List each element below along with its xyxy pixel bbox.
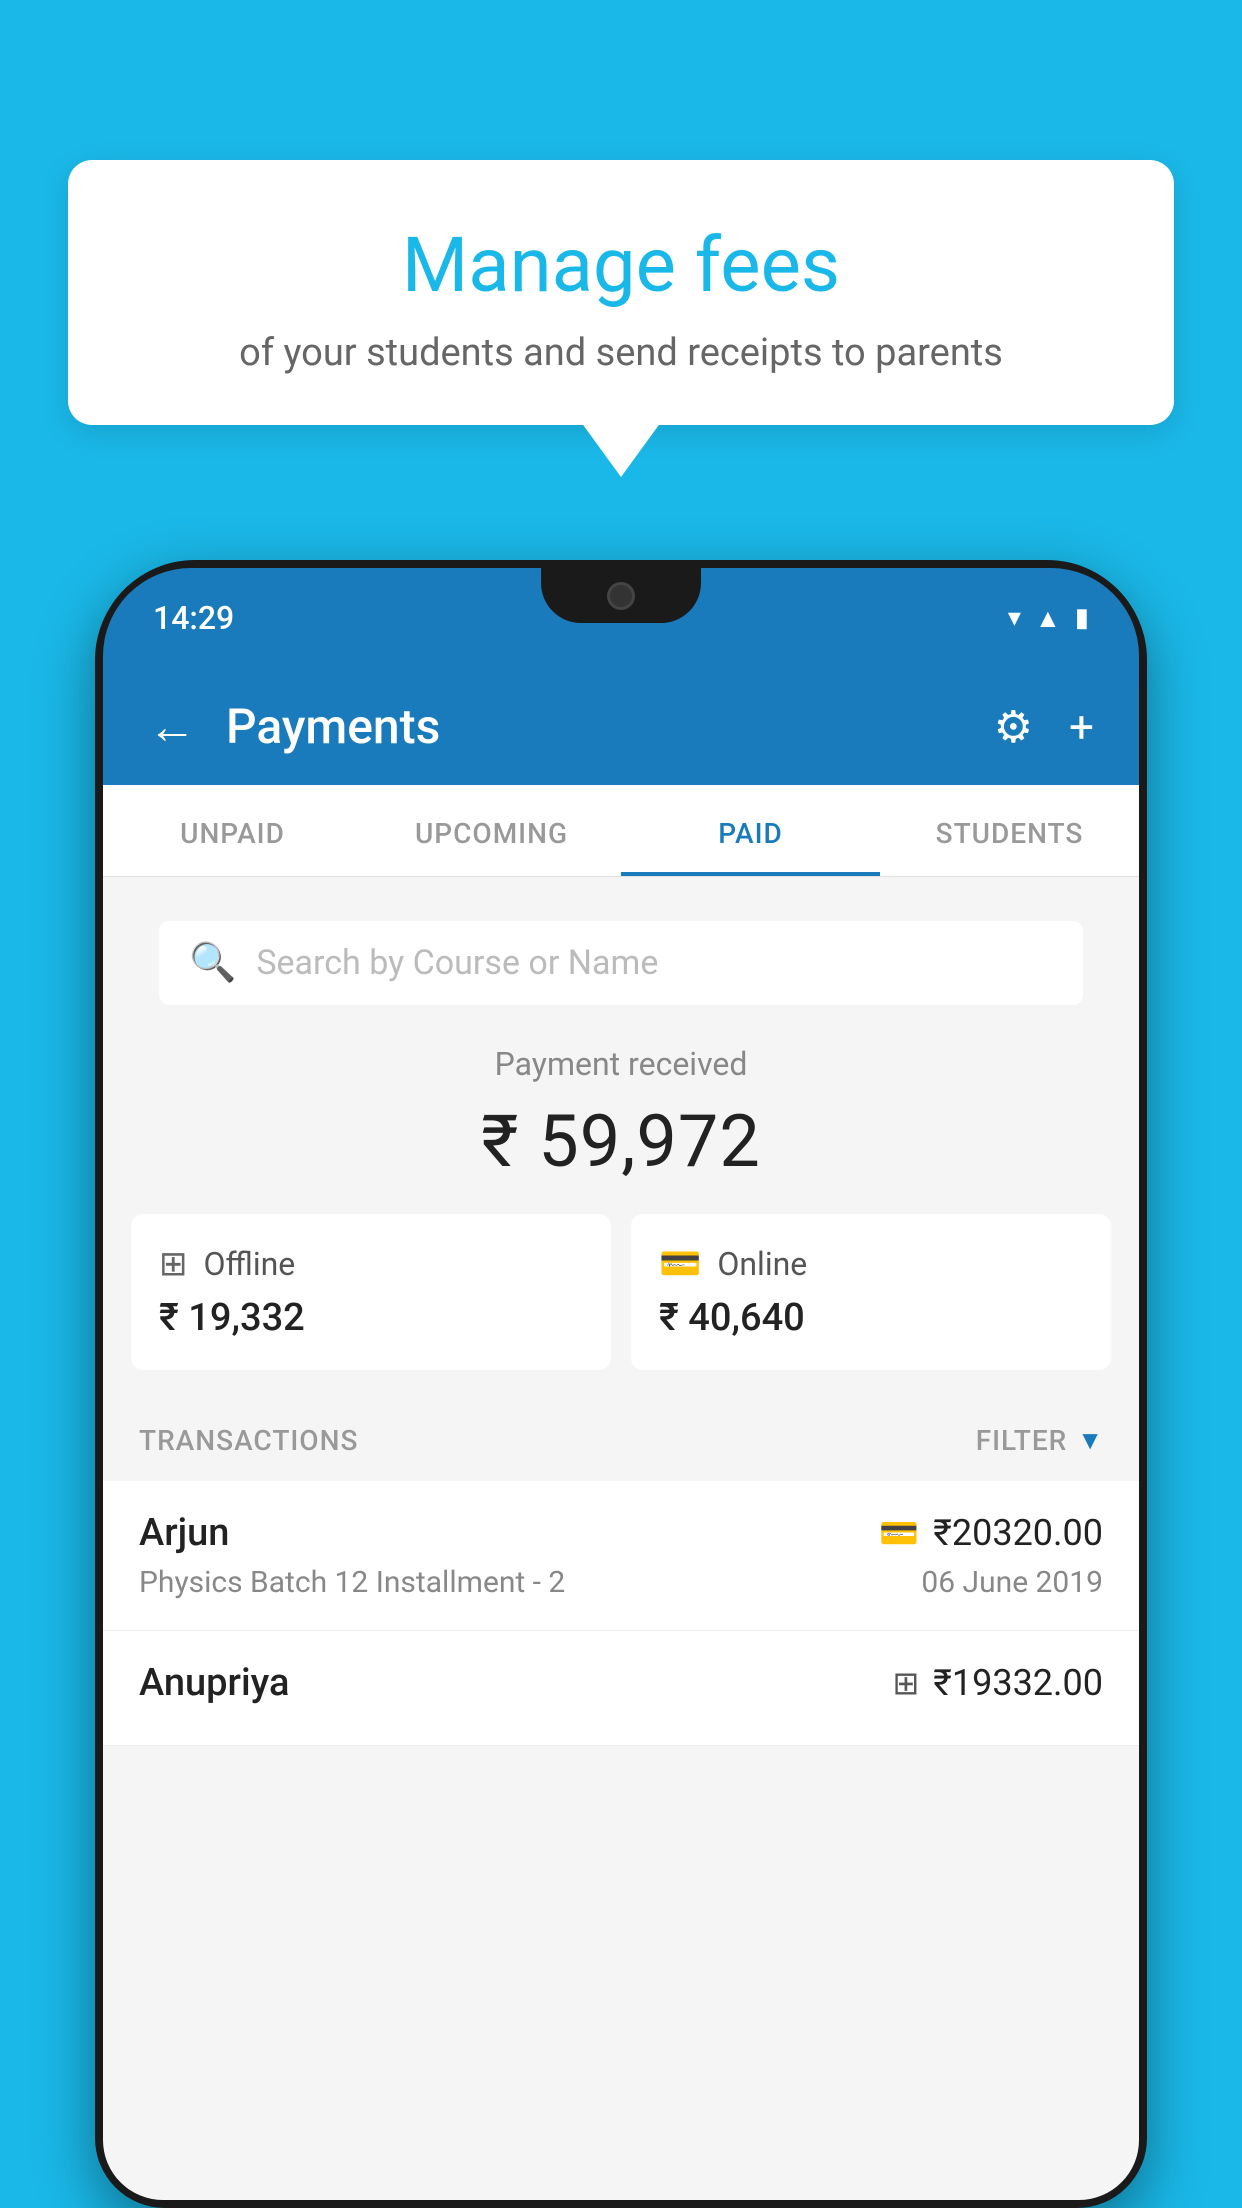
header-left: ← Payments [148,698,440,755]
payment-cards: ⊞ Offline ₹ 19,332 💳 Online ₹ 40,640 [103,1214,1139,1400]
header-right: ⚙ + [994,701,1094,753]
online-payment-icon-arjun: 💳 [879,1514,919,1552]
online-amount: ₹ 40,640 [659,1296,1083,1340]
settings-icon[interactable]: ⚙ [994,701,1033,753]
payment-total-amount: ₹ 59,972 [131,1099,1111,1184]
status-time: 14:29 [153,599,234,637]
payment-received-label: Payment received [131,1045,1111,1083]
filter-icon: ▼ [1077,1425,1103,1456]
add-icon[interactable]: + [1069,701,1094,753]
transaction-course-arjun: Physics Batch 12 Installment - 2 [139,1565,565,1600]
phone-camera [607,582,635,610]
filter-label: FILTER [976,1424,1068,1457]
payment-summary: Payment received ₹ 59,972 [103,1005,1139,1214]
phone-screen: ← Payments ⚙ + UNPAID UPCOMING PAID STUD… [103,668,1139,2200]
phone-notch [541,568,701,623]
tab-students[interactable]: STUDENTS [880,785,1139,876]
status-bar: 14:29 ▾ ▲ ▮ [103,568,1139,668]
tab-upcoming[interactable]: UPCOMING [362,785,621,876]
tabs-bar: UNPAID UPCOMING PAID STUDENTS [103,785,1139,877]
page-title: Payments [226,698,440,755]
app-header: ← Payments ⚙ + [103,668,1139,785]
tab-unpaid[interactable]: UNPAID [103,785,362,876]
search-placeholder-text: Search by Course or Name [256,943,658,983]
wifi-icon: ▾ [1008,603,1021,633]
transaction-item-arjun[interactable]: Arjun 💳 ₹20320.00 Physics Batch 12 Insta… [103,1481,1139,1631]
battery-icon: ▮ [1075,603,1089,633]
transaction-amount-row-arjun: 💳 ₹20320.00 [879,1512,1103,1554]
offline-payment-icon-anupriya: ⊞ [892,1664,919,1702]
online-icon: 💳 [659,1244,701,1284]
transactions-header: TRANSACTIONS FILTER ▼ [103,1400,1139,1481]
offline-card: ⊞ Offline ₹ 19,332 [131,1214,611,1370]
transactions-label: TRANSACTIONS [139,1424,358,1457]
status-icons: ▾ ▲ ▮ [1008,603,1089,634]
back-button[interactable]: ← [148,698,196,755]
online-card: 💳 Online ₹ 40,640 [631,1214,1111,1370]
tooltip-title: Manage fees [128,220,1114,311]
search-bar[interactable]: 🔍 Search by Course or Name [159,921,1083,1005]
transaction-amount-anupriya: ₹19332.00 [933,1662,1103,1704]
search-icon: 🔍 [189,941,236,985]
offline-label: Offline [204,1245,296,1283]
transaction-name-anupriya: Anupriya [139,1661,289,1705]
online-label: Online [717,1245,807,1283]
phone-frame: 14:29 ▾ ▲ ▮ ← Payments ⚙ + UNPAID UPCOMI… [95,560,1147,2208]
transaction-item-anupriya[interactable]: Anupriya ⊞ ₹19332.00 [103,1631,1139,1746]
transaction-amount-arjun: ₹20320.00 [933,1512,1103,1554]
tooltip-subtitle: of your students and send receipts to pa… [128,331,1114,375]
transaction-date-arjun: 06 June 2019 [921,1565,1103,1600]
tooltip-card: Manage fees of your students and send re… [68,160,1174,425]
tab-paid[interactable]: PAID [621,785,880,876]
transaction-name-arjun: Arjun [139,1511,229,1555]
offline-amount: ₹ 19,332 [159,1296,583,1340]
offline-icon: ⊞ [159,1244,188,1284]
filter-row[interactable]: FILTER ▼ [976,1424,1103,1457]
transaction-amount-row-anupriya: ⊞ ₹19332.00 [892,1662,1103,1704]
signal-icon: ▲ [1035,603,1061,634]
